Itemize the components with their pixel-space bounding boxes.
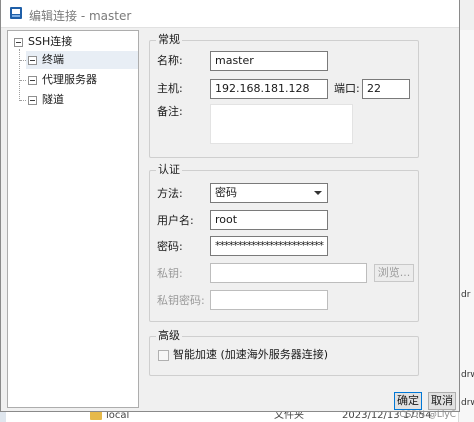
private-key-label: 私钥:	[157, 267, 183, 280]
edit-connection-dialog: 编辑连接 - master SSH连接 终端 代理服务器 隧道 常规 名称: m…	[0, 0, 460, 412]
auth-group-title: 认证	[156, 163, 182, 177]
background-perm-text: drwx	[461, 398, 474, 408]
advanced-group-title: 高级	[156, 329, 182, 343]
host-input[interactable]: 192.168.181.128	[210, 79, 328, 99]
private-key-input[interactable]	[210, 263, 367, 283]
tree-item-label: SSH连接	[28, 35, 73, 48]
method-label: 方法:	[157, 187, 183, 200]
window-title: 编辑连接 - master	[29, 9, 132, 23]
settings-tree[interactable]: SSH连接 终端 代理服务器 隧道	[7, 30, 139, 408]
collapse-icon[interactable]	[28, 56, 37, 65]
name-input[interactable]: master	[210, 51, 328, 71]
tree-item-tunnel[interactable]: 隧道	[26, 91, 138, 109]
method-selected-value: 密码	[215, 186, 237, 199]
key-password-label: 私钥密码:	[157, 294, 205, 307]
tree-item-proxy[interactable]: 代理服务器	[26, 71, 138, 89]
collapse-icon[interactable]	[14, 38, 23, 47]
port-input[interactable]: 22	[362, 79, 410, 99]
title-bar[interactable]: 编辑连接 - master	[1, 0, 459, 28]
tree-item-terminal[interactable]: 终端	[26, 51, 138, 69]
folder-icon	[90, 411, 102, 420]
tree-item-label: 代理服务器	[42, 73, 97, 86]
background-perm-text: drwx	[461, 370, 474, 380]
host-label: 主机:	[157, 82, 183, 95]
smart-accel-label: 智能加速 (加速海外服务器连接)	[173, 348, 329, 361]
note-textarea[interactable]	[210, 104, 353, 144]
tree-item-ssh[interactable]: SSH连接	[12, 33, 132, 51]
port-label: 端口:	[334, 82, 360, 95]
username-input[interactable]: root	[210, 210, 328, 230]
chevron-down-icon	[314, 191, 322, 195]
key-password-input[interactable]	[210, 290, 328, 310]
collapse-icon[interactable]	[28, 76, 37, 85]
tree-item-label: 隧道	[42, 93, 64, 106]
browse-button[interactable]: 浏览...	[374, 264, 414, 282]
name-label: 名称:	[157, 54, 183, 67]
background-perm-text: dr	[461, 290, 471, 300]
cancel-button[interactable]: 取消	[428, 392, 456, 410]
tree-item-label: 终端	[42, 53, 64, 66]
background-app-right-edge: dr drwx drwx	[458, 30, 474, 422]
collapse-icon[interactable]	[28, 96, 37, 105]
ok-button[interactable]: 确定	[394, 392, 422, 410]
method-select[interactable]: 密码	[210, 183, 328, 203]
smart-accel-checkbox[interactable]	[158, 350, 169, 361]
password-input[interactable]: ************************	[210, 236, 328, 256]
watermark: CSDN @LiyC	[399, 410, 456, 420]
app-icon	[10, 7, 22, 19]
note-label: 备注:	[157, 105, 183, 118]
general-group-title: 常规	[156, 33, 182, 47]
username-label: 用户名:	[157, 214, 194, 227]
password-label: 密码:	[157, 240, 183, 253]
